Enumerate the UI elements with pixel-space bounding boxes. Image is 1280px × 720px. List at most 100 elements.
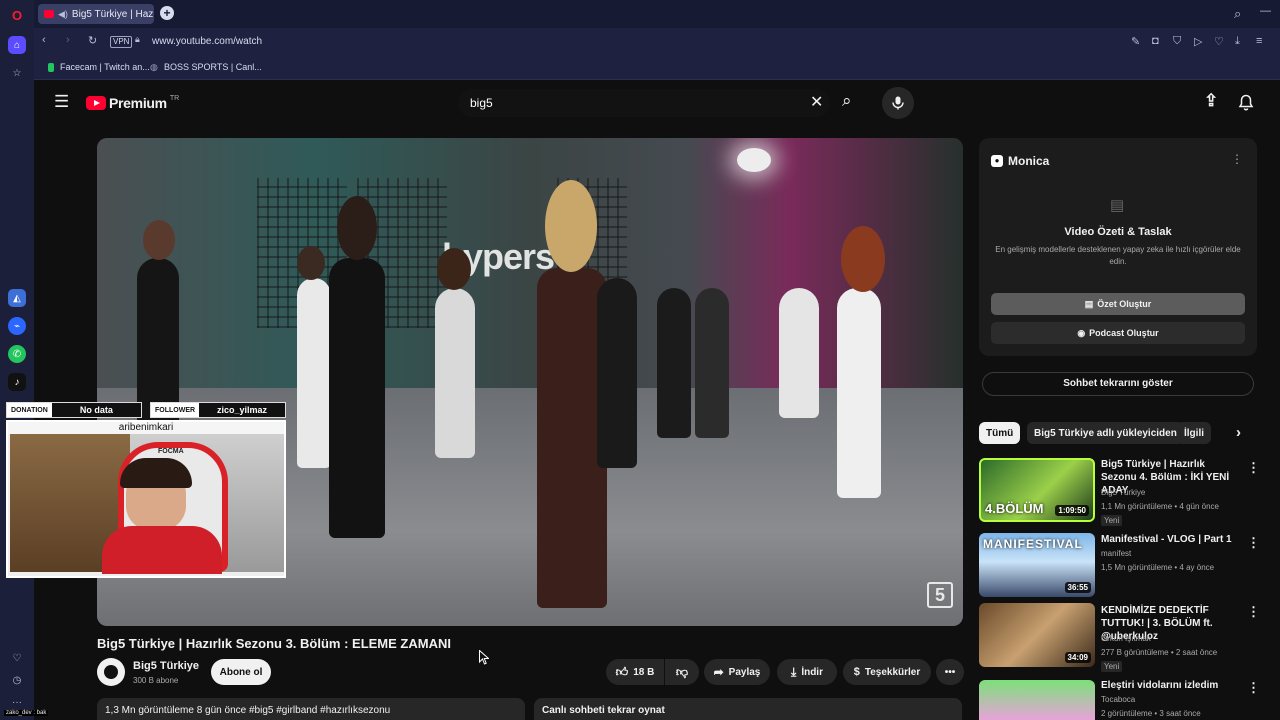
dancer-head bbox=[337, 196, 377, 260]
rec-title[interactable]: Eleştiri vidolarını izledim bbox=[1101, 679, 1243, 692]
dancer bbox=[297, 278, 331, 468]
follower-label: FOLLOWER bbox=[151, 403, 200, 417]
new-tab-button[interactable]: + bbox=[160, 6, 174, 20]
rec-menu-icon[interactable]: ⋮ bbox=[1247, 460, 1260, 476]
rec-thumbnail[interactable]: 34:09 bbox=[979, 603, 1095, 667]
duration-badge: 36:55 bbox=[1064, 582, 1091, 593]
rec-meta: 1,5 Mn görüntüleme • 4 ay önce bbox=[1101, 563, 1215, 572]
channel-watermark[interactable]: 5 bbox=[927, 582, 953, 608]
chat-replay-label: Canlı sohbeti tekrar oynat bbox=[542, 705, 665, 716]
rec-thumbnail[interactable]: 4.BÖLÜM 1:09:50 bbox=[979, 458, 1095, 522]
subscriber-count: 300 B abone bbox=[133, 676, 179, 685]
monica-menu-icon[interactable]: ⋮ bbox=[1231, 152, 1243, 166]
home-icon[interactable]: ⌂ bbox=[8, 36, 26, 54]
thanks-button[interactable]: $ Teşekkürler bbox=[843, 659, 931, 685]
donation-value: No data bbox=[51, 403, 141, 417]
description-box[interactable]: 1,3 Mn görüntüleme 8 gün önce #big5 #gir… bbox=[97, 698, 525, 720]
share-icon: ➦ bbox=[713, 665, 724, 679]
download-button[interactable]: ⤓ İndir bbox=[777, 659, 837, 685]
opera-logo-icon[interactable]: O bbox=[8, 6, 26, 24]
globe-icon: ◍ bbox=[150, 62, 158, 72]
rec-title[interactable]: Manifestival - VLOG | Part 1 bbox=[1101, 533, 1243, 546]
speaker-icon[interactable]: ◀) bbox=[58, 9, 68, 20]
streamer-hoodie bbox=[102, 526, 222, 574]
history-icon[interactable]: ◷ bbox=[8, 671, 26, 689]
hamburger-menu-icon[interactable]: ☰ bbox=[54, 92, 69, 112]
chip-all[interactable]: Tümü bbox=[979, 422, 1021, 444]
play-icon[interactable]: ▷ bbox=[1194, 35, 1202, 48]
address-bar: ‹ › ↻ VPN 🔒︎ www.youtube.com/watch ✎ ◘ ⛉… bbox=[34, 28, 1280, 56]
rec-menu-icon[interactable]: ⋮ bbox=[1247, 604, 1260, 620]
podcast-label: Podcast Oluştur bbox=[1089, 328, 1159, 338]
dancer bbox=[695, 288, 729, 438]
camera-icon[interactable]: ◘ bbox=[1152, 35, 1159, 47]
dancer bbox=[329, 258, 385, 538]
dancer-head bbox=[841, 226, 885, 292]
star-icon[interactable]: ☆ bbox=[8, 64, 26, 82]
heart-outline-icon[interactable]: ♡ bbox=[1214, 35, 1224, 48]
summary-label: Özet Oluştur bbox=[1097, 299, 1152, 309]
bookmark-boss-sports[interactable]: BOSS SPORTS | Canl... bbox=[164, 62, 262, 72]
search-tabs-icon[interactable]: ⌕ bbox=[1234, 6, 1241, 22]
thumb-text: MANIFESTIVAL bbox=[983, 537, 1083, 551]
whatsapp-icon[interactable]: ✆ bbox=[8, 345, 26, 363]
voice-search-button[interactable] bbox=[882, 87, 914, 119]
more-icon[interactable]: ··· bbox=[8, 693, 26, 711]
search-value: big5 bbox=[470, 96, 493, 110]
share-button[interactable]: ➦ Paylaş bbox=[704, 659, 770, 685]
monica-heading: Video Özeti & Taslak bbox=[1064, 226, 1172, 238]
thumbs-down-icon: 👎︎ bbox=[675, 664, 689, 679]
rec-menu-icon[interactable]: ⋮ bbox=[1247, 535, 1260, 551]
rec-thumbnail[interactable] bbox=[979, 680, 1095, 720]
download-icon[interactable]: ⤓ bbox=[1235, 35, 1240, 48]
edit-icon[interactable]: ✎ bbox=[1131, 35, 1140, 48]
active-tab[interactable]: ◀) Big5 Türkiye | Hazırlık bbox=[38, 4, 154, 24]
dancer-head bbox=[143, 220, 175, 260]
chat-replay-box[interactable]: Canlı sohbeti tekrar oynat bbox=[534, 698, 962, 720]
rec-channel[interactable]: manifest bbox=[1101, 549, 1131, 558]
youtube-logo[interactable]: Premium TR bbox=[86, 95, 179, 111]
aria-icon[interactable]: ◭ bbox=[8, 289, 26, 307]
document-icon: ▤ bbox=[1110, 197, 1125, 214]
bookmark-favicon-icon bbox=[48, 63, 54, 72]
channel-avatar[interactable] bbox=[97, 658, 125, 686]
subscribe-button[interactable]: Abone ol bbox=[211, 659, 271, 685]
upload-icon[interactable]: ⇪ bbox=[1204, 91, 1218, 111]
menu-icon[interactable]: ≡ bbox=[1256, 35, 1262, 47]
summary-button[interactable]: ▤ Özet Oluştur bbox=[991, 293, 1245, 315]
shield-icon[interactable]: ⛉ bbox=[1173, 35, 1181, 48]
clear-search-icon[interactable]: ✕ bbox=[810, 92, 823, 112]
heart-icon[interactable]: ♡ bbox=[8, 649, 26, 667]
back-icon[interactable]: ‹ bbox=[42, 34, 46, 46]
chip-related[interactable]: İlgili bbox=[1177, 422, 1211, 444]
rec-menu-icon[interactable]: ⋮ bbox=[1247, 680, 1260, 696]
more-actions-button[interactable]: ••• bbox=[936, 659, 964, 685]
follower-widget: FOLLOWER zico_yilmaz bbox=[150, 402, 286, 418]
search-icon[interactable]: ⌕ bbox=[842, 91, 852, 111]
lock-icon[interactable]: 🔒︎ bbox=[135, 34, 140, 45]
show-chat-replay-button[interactable]: Sohbet tekrarını göster bbox=[982, 372, 1254, 396]
tiktok-icon[interactable]: ♪ bbox=[8, 373, 26, 391]
mouse-cursor-icon bbox=[479, 650, 489, 665]
chips-next-icon[interactable]: › bbox=[1236, 424, 1241, 441]
chip-uploader[interactable]: Big5 Türkiye adlı yükleyiciden bbox=[1027, 422, 1184, 444]
vpn-badge[interactable]: VPN bbox=[110, 36, 133, 48]
rec-channel[interactable]: Big5 Türkiye bbox=[1101, 488, 1145, 497]
notifications-bell-icon[interactable] bbox=[1238, 94, 1254, 112]
like-button[interactable]: 👍︎ 18 B bbox=[606, 659, 664, 685]
minimize-icon[interactable]: — bbox=[1260, 5, 1271, 17]
status-text: zako_dev : bak bbox=[4, 710, 49, 716]
url-field[interactable]: www.youtube.com/watch bbox=[152, 36, 262, 47]
rec-channel[interactable]: Tocaboca bbox=[1101, 695, 1135, 704]
search-input[interactable]: big5 bbox=[458, 89, 830, 117]
forward-icon[interactable]: › bbox=[66, 34, 70, 46]
rec-thumbnail[interactable]: MANIFESTIVAL 36:55 bbox=[979, 533, 1095, 597]
podcast-button[interactable]: ◉ Podcast Oluştur bbox=[991, 322, 1245, 344]
messenger-icon[interactable]: ⌁ bbox=[8, 317, 26, 335]
rec-channel[interactable]: Orkun Işıtmak bbox=[1101, 634, 1151, 643]
bookmark-facecam[interactable]: Facecam | Twitch an... bbox=[60, 62, 150, 72]
thanks-label: Teşekkürler bbox=[864, 666, 921, 678]
channel-name[interactable]: Big5 Türkiye bbox=[133, 660, 199, 672]
dislike-button[interactable]: 👎︎ bbox=[665, 659, 699, 685]
reload-icon[interactable]: ↻ bbox=[88, 34, 97, 47]
